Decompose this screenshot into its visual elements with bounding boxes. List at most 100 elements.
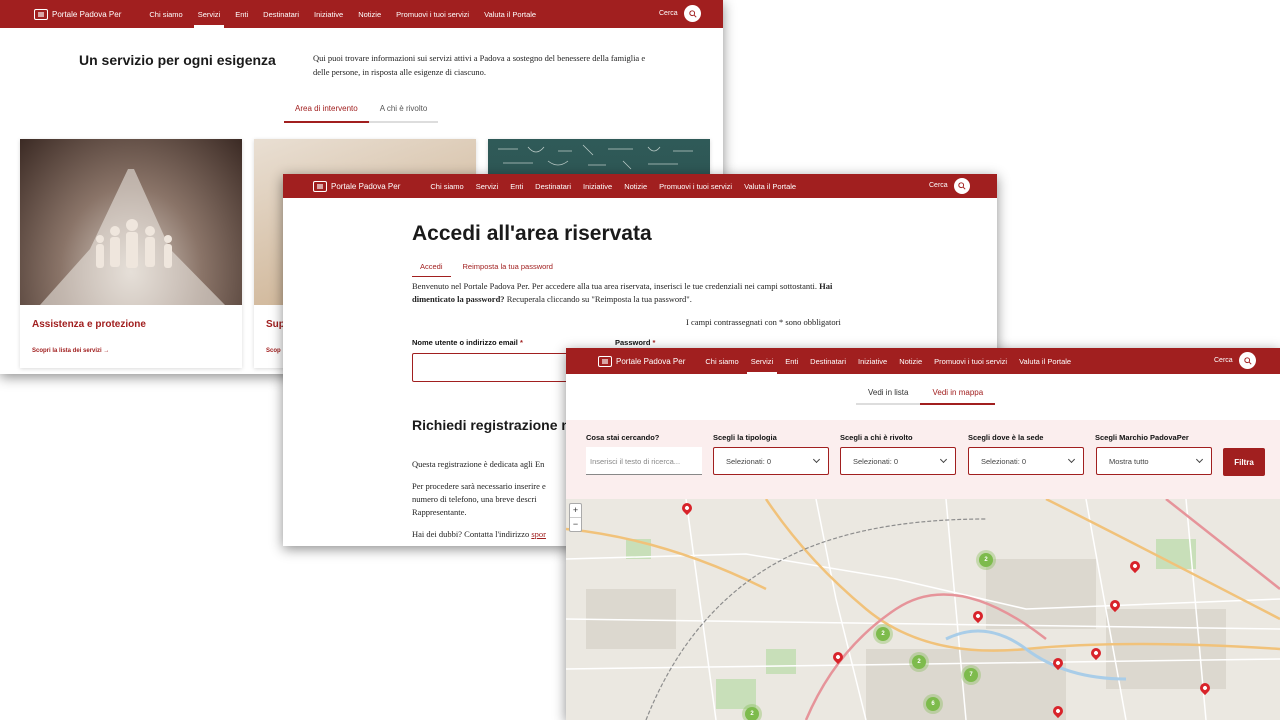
menu-item-enti[interactable]: Enti <box>785 357 798 366</box>
menu-item-notizie[interactable]: Notizie <box>624 182 647 191</box>
service-card[interactable]: Assistenza e protezione Scopri la lista … <box>20 139 242 368</box>
menu-item-servizi[interactable]: Servizi <box>476 182 499 191</box>
tab-accedi[interactable]: Accedi <box>412 262 451 277</box>
zoom-in-button[interactable]: + <box>570 504 581 518</box>
map-background <box>566 499 1280 720</box>
target-select[interactable]: Selezionati: 0 <box>840 447 956 475</box>
chevron-down-icon <box>812 455 821 464</box>
map-cluster[interactable]: 7 <box>964 668 978 682</box>
menu-item-valuta[interactable]: Valuta il Portale <box>744 182 796 191</box>
type-select[interactable]: Selezionati: 0 <box>713 447 829 475</box>
search-icon <box>1243 356 1252 365</box>
tab-area-intervento[interactable]: Area di intervento <box>284 104 369 123</box>
menu-item-destinatari[interactable]: Destinatari <box>263 10 299 19</box>
view-tabs: Vedi in lista Vedi in mappa <box>856 388 996 405</box>
tab-vedi-mappa[interactable]: Vedi in mappa <box>920 388 996 405</box>
top-navbar: Portale Padova Per Chi siamo Servizi Ent… <box>0 0 723 28</box>
page-title: Un servizio per ogni esigenza <box>79 52 276 68</box>
target-select-value: Selezionati: 0 <box>853 457 899 466</box>
place-filter-label: Scegli dove è la sede <box>968 433 1044 442</box>
site-logo[interactable]: Portale Padova Per <box>598 355 686 367</box>
menu-item-promuovi[interactable]: Promuovi i tuoi servizi <box>934 357 1007 366</box>
menu-item-iniziative[interactable]: Iniziative <box>314 10 343 19</box>
site-logo[interactable]: Portale Padova Per <box>313 180 400 192</box>
register-title: Richiedi registrazione n <box>412 417 570 433</box>
login-intro-rest: Recuperala cliccando su "Reimposta la tu… <box>506 294 692 304</box>
search-button[interactable] <box>954 178 970 194</box>
menu-item-servizi[interactable]: Servizi <box>193 10 224 28</box>
search-label[interactable]: Cerca <box>659 10 678 17</box>
search-label[interactable]: Cerca <box>1214 357 1233 364</box>
logo-icon <box>34 8 48 20</box>
login-tabs: Accedi Reimposta la tua password <box>412 262 561 277</box>
map-window: Portale Padova Per Chi siamo Servizi Ent… <box>566 348 1280 720</box>
search-icon <box>688 9 697 18</box>
brand-select-value: Mostra tutto <box>1109 457 1149 466</box>
menu-item-enti[interactable]: Enti <box>235 10 248 19</box>
filter-bar: Cosa stai cercando? Inserisci il testo d… <box>566 420 1280 499</box>
menu-item-iniziative[interactable]: Iniziative <box>583 182 612 191</box>
menu-item-servizi[interactable]: Servizi <box>746 357 777 375</box>
menu-item-chi-siamo[interactable]: Chi siamo <box>149 10 182 19</box>
menu-item-promuovi[interactable]: Promuovi i tuoi servizi <box>396 10 469 19</box>
card-image <box>20 139 242 305</box>
contact-email-link[interactable]: spor <box>531 529 546 539</box>
map-cluster[interactable]: 2 <box>876 627 890 641</box>
logo-text: Portale Padova Per <box>616 356 686 366</box>
map-cluster[interactable]: 2 <box>745 707 759 720</box>
place-select[interactable]: Selezionati: 0 <box>968 447 1084 475</box>
logo-text: Portale Padova Per <box>52 9 122 19</box>
register-p2: Per procedere sarà necessario inserire e… <box>412 481 546 517</box>
page-title: Accedi all'area riservata <box>412 222 652 245</box>
login-intro: Benvenuto nel Portale Padova Per. Per ac… <box>412 280 852 306</box>
tab-vedi-lista[interactable]: Vedi in lista <box>856 388 921 405</box>
top-navbar: Portale Padova Per Chi siamo Servizi Ent… <box>283 174 997 198</box>
card-link[interactable]: Scop <box>266 348 281 354</box>
search-button[interactable] <box>684 5 701 22</box>
menu-item-valuta[interactable]: Valuta il Portale <box>484 10 536 19</box>
top-navbar: Portale Padova Per Chi siamo Servizi Ent… <box>566 348 1280 375</box>
zoom-control: + − <box>569 503 582 532</box>
brand-select[interactable]: Mostra tutto <box>1096 447 1212 475</box>
map-cluster[interactable]: 6 <box>926 697 940 711</box>
menu-item-valuta[interactable]: Valuta il Portale <box>1019 357 1071 366</box>
menu-item-promuovi[interactable]: Promuovi i tuoi servizi <box>659 182 732 191</box>
target-filter-label: Scegli a chi è rivolto <box>840 433 913 442</box>
card-link[interactable]: Scopri la lista dei servizi → <box>32 348 109 354</box>
map-cluster[interactable]: 2 <box>912 655 926 669</box>
doubts-label: Hai dei dubbi? Contatta l'indirizzo <box>412 529 530 539</box>
search-label[interactable]: Cerca <box>929 182 948 189</box>
type-filter-label: Scegli la tipologia <box>713 433 777 442</box>
username-field[interactable] <box>412 353 592 382</box>
menu-item-destinatari[interactable]: Destinatari <box>810 357 846 366</box>
site-logo[interactable]: Portale Padova Per <box>34 8 122 20</box>
page-intro: Qui puoi trovare informazioni sui serviz… <box>313 53 646 77</box>
brand-filter-label: Scegli Marchio PadovaPer <box>1095 433 1189 442</box>
menu-item-chi-siamo[interactable]: Chi siamo <box>705 357 738 366</box>
tab-a-chi-rivolto[interactable]: A chi è rivolto <box>368 104 439 123</box>
zoom-out-button[interactable]: − <box>570 518 581 531</box>
menu-item-enti[interactable]: Enti <box>510 182 523 191</box>
chevron-down-icon <box>939 455 948 464</box>
services-map[interactable]: + − 2 2 2 7 6 2 <box>566 499 1280 720</box>
doubts-text: Hai dei dubbi? Contatta l'indirizzo spor <box>412 528 572 541</box>
menu-item-chi-siamo[interactable]: Chi siamo <box>430 182 463 191</box>
search-filter-label: Cosa stai cercando? <box>586 433 660 442</box>
required-note: I campi contrassegnati con * sono obblig… <box>686 317 841 327</box>
map-cluster[interactable]: 2 <box>979 553 993 567</box>
filter-button[interactable]: Filtra <box>1223 448 1265 476</box>
tab-reimposta-password[interactable]: Reimposta la tua password <box>455 262 561 277</box>
menu-item-destinatari[interactable]: Destinatari <box>535 182 571 191</box>
menu-item-notizie[interactable]: Notizie <box>899 357 922 366</box>
menu-item-notizie[interactable]: Notizie <box>358 10 381 19</box>
menu-item-iniziative[interactable]: Iniziative <box>858 357 887 366</box>
search-input[interactable]: Inserisci il testo di ricerca... <box>586 447 702 475</box>
main-menu: Chi siamo Servizi Enti Destinatari Inizi… <box>705 357 1083 375</box>
chevron-down-icon <box>1067 455 1076 464</box>
required-asterisk: * <box>652 338 656 347</box>
chevron-down-icon <box>1195 455 1204 464</box>
search-button[interactable] <box>1239 352 1256 369</box>
type-select-value: Selezionati: 0 <box>726 457 772 466</box>
main-menu: Chi siamo Servizi Enti Destinatari Inizi… <box>149 10 551 28</box>
register-p1: Questa registrazione è dedicata agli En <box>412 459 545 469</box>
